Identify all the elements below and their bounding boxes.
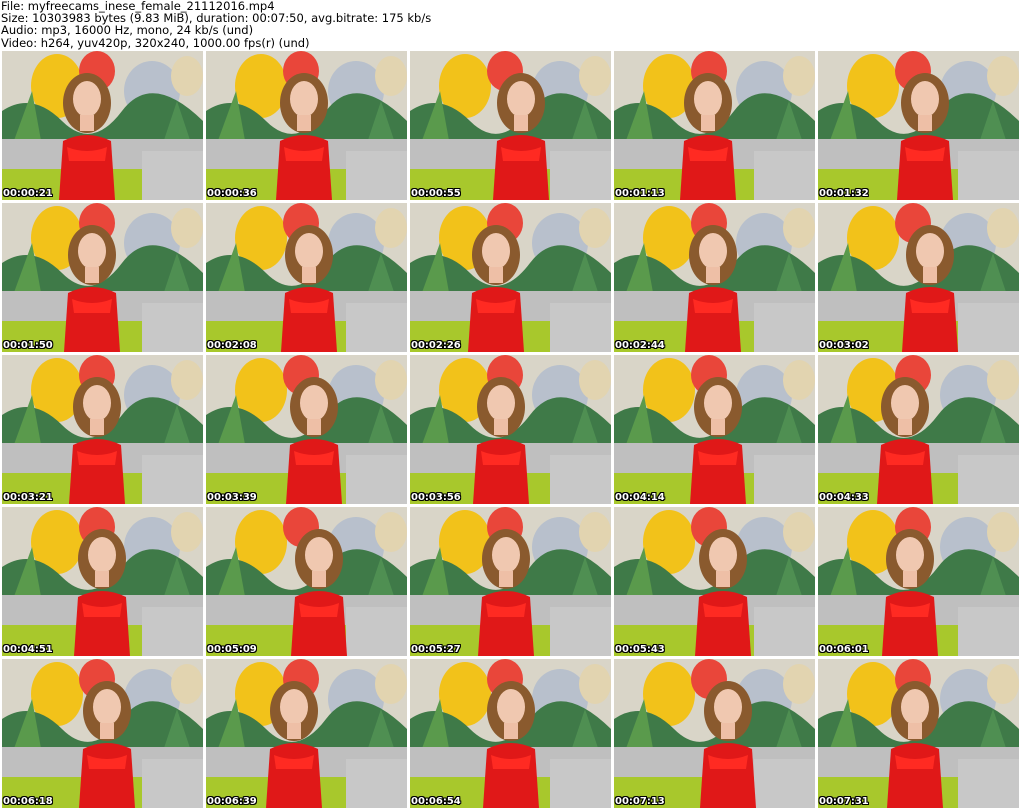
timestamp-label: 00:01:13 [615, 188, 665, 199]
video-frame-image [818, 203, 1019, 352]
thumbnail-grid: 00:00:21 00:00:36 00:00:55 00:01:13 00:01:32… [2, 51, 1022, 811]
timestamp-label: 00:02:08 [207, 340, 257, 351]
video-frame-image [2, 659, 203, 808]
video-thumbnail: 00:05:09 [206, 507, 407, 656]
video-frame-image [206, 355, 407, 504]
video-frame-image [206, 51, 407, 200]
timestamp-label: 00:03:21 [3, 492, 53, 503]
timestamp-label: 00:06:39 [207, 796, 257, 807]
video-frame-image [614, 355, 815, 504]
video-frame-image [410, 203, 611, 352]
video-frame-image [818, 507, 1019, 656]
video-thumbnail: 00:02:08 [206, 203, 407, 352]
video-thumbnail: 00:04:14 [614, 355, 815, 504]
video-thumbnail: 00:07:31 [818, 659, 1019, 808]
timestamp-label: 00:05:27 [411, 644, 461, 655]
timestamp-label: 00:06:54 [411, 796, 461, 807]
timestamp-label: 00:06:18 [3, 796, 53, 807]
video-thumbnail: 00:02:26 [410, 203, 611, 352]
video-frame-image [2, 203, 203, 352]
video-thumbnail: 00:01:13 [614, 51, 815, 200]
timestamp-label: 00:02:26 [411, 340, 461, 351]
video-thumbnail: 00:05:43 [614, 507, 815, 656]
video-thumbnail: 00:01:32 [818, 51, 1019, 200]
video-frame-image [206, 203, 407, 352]
timestamp-label: 00:05:43 [615, 644, 665, 655]
timestamp-label: 00:00:36 [207, 188, 257, 199]
video-frame-image [614, 51, 815, 200]
file-info-header: File: myfreecams_inese_female_21112016.m… [1, 0, 1021, 50]
timestamp-label: 00:04:14 [615, 492, 665, 503]
video-thumbnail: 00:05:27 [410, 507, 611, 656]
timestamp-label: 00:06:01 [819, 644, 869, 655]
video-thumbnail: 00:03:02 [818, 203, 1019, 352]
video-info-line: Video: h264, yuv420p, 320x240, 1000.00 f… [1, 35, 310, 50]
video-frame-image [410, 507, 611, 656]
video-frame-image [818, 51, 1019, 200]
video-thumbnail: 00:02:44 [614, 203, 815, 352]
timestamp-label: 00:03:39 [207, 492, 257, 503]
video-thumbnail: 00:04:33 [818, 355, 1019, 504]
video-frame-image [410, 355, 611, 504]
timestamp-label: 00:02:44 [615, 340, 665, 351]
timestamp-label: 00:00:21 [3, 188, 53, 199]
video-thumbnail: 00:06:18 [2, 659, 203, 808]
timestamp-label: 00:03:02 [819, 340, 869, 351]
video-thumbnail: 00:00:36 [206, 51, 407, 200]
timestamp-label: 00:05:09 [207, 644, 257, 655]
video-frame-image [2, 355, 203, 504]
timestamp-label: 00:07:13 [615, 796, 665, 807]
video-thumbnail: 00:04:51 [2, 507, 203, 656]
timestamp-label: 00:01:32 [819, 188, 869, 199]
video-frame-image [206, 507, 407, 656]
video-thumbnail: 00:03:39 [206, 355, 407, 504]
video-thumbnail: 00:00:21 [2, 51, 203, 200]
video-thumbnail: 00:00:55 [410, 51, 611, 200]
video-thumbnail: 00:01:50 [2, 203, 203, 352]
timestamp-label: 00:04:51 [3, 644, 53, 655]
timestamp-label: 00:04:33 [819, 492, 869, 503]
video-thumbnail: 00:03:21 [2, 355, 203, 504]
video-frame-image [2, 51, 203, 200]
video-frame-image [410, 659, 611, 808]
video-thumbnail: 00:07:13 [614, 659, 815, 808]
video-frame-image [614, 659, 815, 808]
video-thumbnail: 00:06:39 [206, 659, 407, 808]
video-frame-image [614, 203, 815, 352]
audio-info-line: Audio: mp3, 16000 Hz, mono, 24 kb/s (und… [1, 23, 254, 38]
video-frame-image [818, 355, 1019, 504]
video-frame-image [410, 51, 611, 200]
video-thumbnail: 00:06:54 [410, 659, 611, 808]
video-frame-image [614, 507, 815, 656]
video-frame-image [818, 659, 1019, 808]
video-frame-image [206, 659, 407, 808]
video-frame-image [2, 507, 203, 656]
timestamp-label: 00:07:31 [819, 796, 869, 807]
timestamp-label: 00:03:56 [411, 492, 461, 503]
timestamp-label: 00:01:50 [3, 340, 53, 351]
video-thumbnail: 00:06:01 [818, 507, 1019, 656]
video-thumbnail: 00:03:56 [410, 355, 611, 504]
timestamp-label: 00:00:55 [411, 188, 461, 199]
